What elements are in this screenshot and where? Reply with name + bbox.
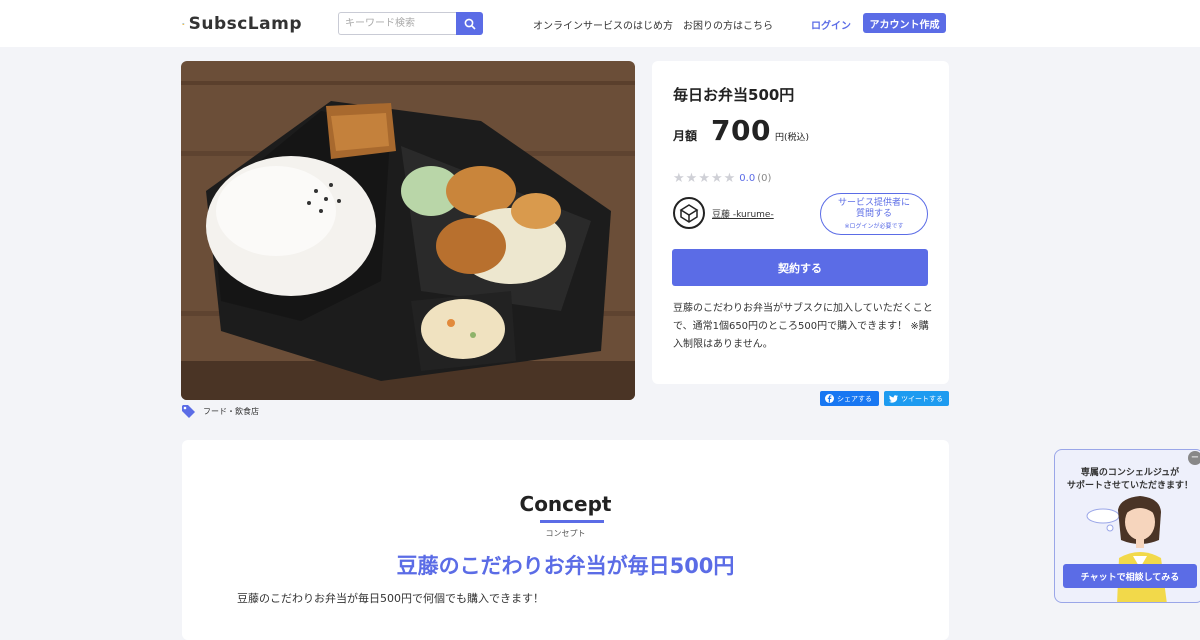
rating-stars: ★ ★ ★ ★ ★ [673,172,735,185]
twitter-share-button[interactable]: ツイートする [884,391,949,406]
product-description: 豆藤のこだわりお弁当がサブスクに加入していただくことで、通常1個650円のところ… [673,300,935,354]
star-icon: ★ [673,172,685,185]
ask-provider-button[interactable]: サービス提供者に 質問する ※ログインが必要です [820,193,928,235]
rating-score[interactable]: 0.0 [739,173,755,184]
chat-consult-button[interactable]: チャットで相談してみる [1063,564,1197,588]
ask-button-note: ※ログインが必要です [844,221,903,230]
facebook-share-button[interactable]: シェアする [820,391,879,406]
star-icon: ★ [698,172,710,185]
search-icon [464,18,476,30]
concept-heading: Concept [182,492,949,516]
price-row: 月額 700 円(税込) [673,114,809,147]
site-header: SubscLamp オンラインサービスのはじめ方 お困りの方はこちら ログイン … [0,0,1200,47]
star-icon: ★ [724,172,736,185]
facebook-share-label: シェアする [837,394,872,404]
ask-button-line: サービス提供者に [838,198,910,209]
contract-button[interactable]: 契約する [672,249,928,286]
star-icon: ★ [686,172,698,185]
price-label: 月額 [673,127,697,144]
logo-text: SubscLamp [189,14,302,34]
nav-link-help[interactable]: お困りの方はこちら [683,17,773,32]
login-link[interactable]: ログイン [811,17,851,32]
twitter-icon [889,395,898,403]
rating-count: (0) [757,173,771,184]
provider-avatar[interactable] [673,197,705,229]
star-icon: ★ [711,172,723,185]
search-bar [338,12,483,35]
concept-underline [540,520,604,523]
provider-logo-icon [679,203,699,223]
rating: ★ ★ ★ ★ ★ 0.0 (0) [673,172,771,185]
category-label: フード・飲食店 [203,406,259,417]
price-value: 700 [711,114,771,147]
tag-icon [181,404,196,419]
signup-button[interactable]: アカウント作成 [863,13,946,33]
ask-button-line: 質問する [856,209,892,220]
search-input[interactable] [338,12,456,35]
provider[interactable]: 豆藤 -kurume- [673,197,774,229]
nav-link-getting-started[interactable]: オンラインサービスのはじめ方 [533,17,673,32]
search-button[interactable] [456,12,483,35]
product-image [181,61,635,400]
site-logo[interactable]: SubscLamp [182,12,302,36]
concept-subheading: コンセプト [182,528,949,539]
concept-section: Concept コンセプト 豆藤のこだわりお弁当が毎日500円 豆藤のこだわりお… [182,440,949,640]
product-title: 毎日お弁当500円 [673,84,794,105]
provider-name[interactable]: 豆藤 -kurume- [712,207,774,220]
price-unit: 円(税込) [775,130,809,143]
twitter-share-label: ツイートする [901,394,943,404]
category[interactable]: フード・飲食店 [181,404,259,419]
facebook-icon [825,394,834,403]
close-icon[interactable]: − [1188,451,1200,465]
concierge-widget[interactable]: 専属のコンシェルジュが サポートさせていただきます！ チャットで相談してみる [1054,449,1200,603]
lamp-logo-icon [182,14,185,34]
concept-title: 豆藤のこだわりお弁当が毎日500円 [182,550,949,580]
concept-body: 豆藤のこだわりお弁当が毎日500円で何個でも購入できます！ [237,590,544,606]
product-info-card: 毎日お弁当500円 月額 700 円(税込) ★ ★ ★ ★ ★ 0.0 (0)… [652,61,949,384]
